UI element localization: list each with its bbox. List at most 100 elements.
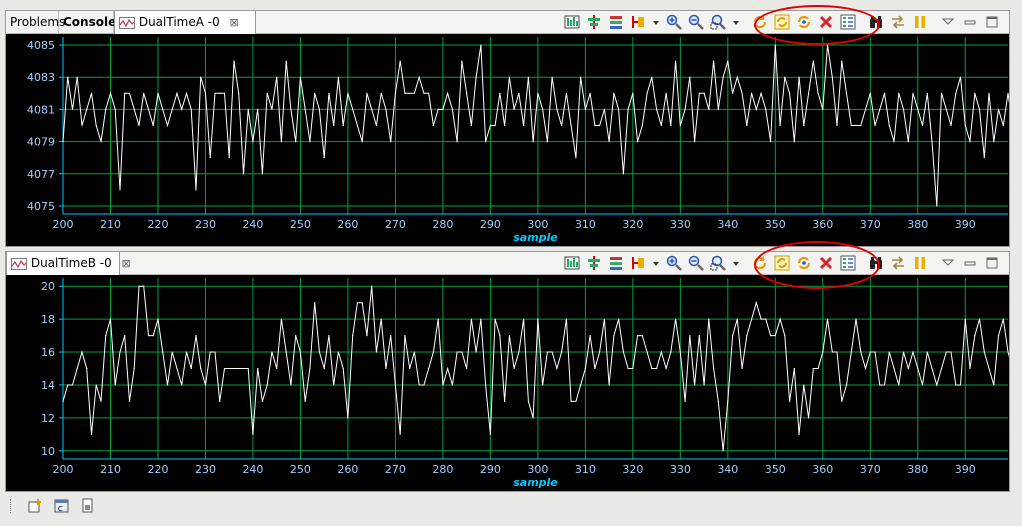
x-tick-label: 330 <box>670 463 691 476</box>
arrows-icon[interactable] <box>889 254 907 272</box>
view-menu-icon[interactable] <box>939 13 957 31</box>
continuous-refresh-icon[interactable] <box>795 254 813 272</box>
x-tick-label: 280 <box>432 463 453 476</box>
chart-a: 4075 4077 4079 4081 4083 4085 200 210 220 230 240 2… <box>27 37 1009 244</box>
graph-properties-icon[interactable] <box>563 254 581 272</box>
data-point <box>181 384 183 386</box>
cursor-icon[interactable] <box>629 13 647 31</box>
data-point <box>931 140 933 143</box>
data-point <box>67 384 69 386</box>
minimize-icon[interactable] <box>961 13 979 31</box>
tab-dualtime-a[interactable]: DualTimeA -0 ⊠ <box>114 11 256 34</box>
view-menu-icon[interactable] <box>939 254 957 272</box>
y-tick-label: 16 <box>41 346 55 359</box>
minimize-icon[interactable] <box>961 254 979 272</box>
data-point <box>242 173 245 175</box>
dropdown-arrow-icon[interactable] <box>651 254 661 272</box>
data-point <box>655 108 658 111</box>
data-point <box>912 92 914 94</box>
align-icon[interactable] <box>585 13 603 31</box>
data-point <box>513 108 515 111</box>
plot-area-b[interactable]: 10 12 14 16 18 20 200 210 220 230 240 250 260 270 280 2… <box>6 275 1009 491</box>
binoculars-icon[interactable] <box>867 254 885 272</box>
data-point <box>917 367 919 370</box>
data-point <box>580 384 582 386</box>
graph-properties-icon[interactable] <box>563 13 581 31</box>
tab-dualtime-b[interactable]: DualTimeB -0 ⊠ <box>6 252 131 275</box>
data-point <box>950 351 952 353</box>
zoom-out-icon[interactable] <box>687 13 705 31</box>
data-point <box>114 384 116 386</box>
data-point <box>912 351 914 353</box>
zoom-out-icon[interactable] <box>687 254 705 272</box>
data-point <box>641 124 643 127</box>
data-point <box>546 140 548 143</box>
data-point <box>290 384 292 386</box>
stack-icon[interactable] <box>607 254 625 272</box>
x-tick-label: 220 <box>147 218 168 231</box>
refresh-icon[interactable] <box>751 13 769 31</box>
data-point <box>518 351 520 353</box>
data-point <box>200 367 202 370</box>
clear-icon[interactable] <box>817 254 835 272</box>
data-point <box>390 334 392 337</box>
close-icon[interactable]: ⊠ <box>122 257 131 270</box>
zoom-in-icon[interactable] <box>665 13 683 31</box>
stack-icon[interactable] <box>607 13 625 31</box>
zoom-select-icon[interactable] <box>709 13 727 31</box>
maximize-icon[interactable] <box>983 13 1001 31</box>
pause-icon[interactable] <box>911 254 929 272</box>
maximize-icon[interactable] <box>983 254 1001 272</box>
data-point <box>722 450 724 452</box>
tab-console[interactable]: Console <box>59 11 116 33</box>
legend-icon[interactable] <box>839 254 857 272</box>
data-point <box>428 92 430 94</box>
new-view-icon[interactable] <box>27 498 43 517</box>
data-point <box>385 367 387 370</box>
auto-refresh-icon[interactable] <box>773 254 791 272</box>
data-point <box>105 334 107 337</box>
data-point <box>561 351 563 353</box>
data-point <box>883 92 886 94</box>
data-point <box>81 351 83 353</box>
cursor-icon[interactable] <box>629 254 647 272</box>
tab-problems[interactable]: Problems <box>6 11 65 33</box>
auto-refresh-icon[interactable] <box>773 13 791 31</box>
data-point <box>404 92 406 94</box>
dropdown-arrow-icon[interactable] <box>731 254 741 272</box>
data-point <box>356 124 359 127</box>
align-icon[interactable] <box>585 254 603 272</box>
data-point <box>950 124 952 127</box>
refresh-icon[interactable] <box>751 254 769 272</box>
pause-icon[interactable] <box>911 13 929 31</box>
data-point <box>290 108 292 111</box>
arrows-icon[interactable] <box>889 13 907 31</box>
data-point <box>280 140 283 143</box>
dropdown-arrow-icon[interactable] <box>731 13 741 31</box>
clear-icon[interactable] <box>817 13 835 31</box>
data-point <box>299 351 302 353</box>
zoom-select-icon[interactable] <box>709 254 727 272</box>
legend-icon[interactable] <box>839 13 857 31</box>
data-point <box>945 108 947 111</box>
zoom-in-icon[interactable] <box>665 254 683 272</box>
file-icon[interactable] <box>80 498 96 517</box>
data-point <box>280 318 283 320</box>
plot-area-a[interactable]: 4075 4077 4079 4081 4083 4085 200 210 220 230 240 2… <box>6 34 1009 246</box>
data-point <box>627 367 629 370</box>
x-tick-label: 340 <box>717 218 738 231</box>
data-point <box>461 351 463 353</box>
code-icon[interactable]: C <box>54 498 70 517</box>
dropdown-arrow-icon[interactable] <box>651 13 661 31</box>
binoculars-icon[interactable] <box>867 13 885 31</box>
continuous-refresh-icon[interactable] <box>795 13 813 31</box>
data-point <box>485 384 487 386</box>
data-point <box>390 140 392 143</box>
data-point <box>314 302 316 304</box>
data-point <box>674 60 677 62</box>
data-point <box>295 334 297 337</box>
data-point <box>257 108 259 111</box>
data-point <box>366 92 368 94</box>
close-icon[interactable]: ⊠ <box>230 16 239 29</box>
data-point <box>337 76 340 78</box>
